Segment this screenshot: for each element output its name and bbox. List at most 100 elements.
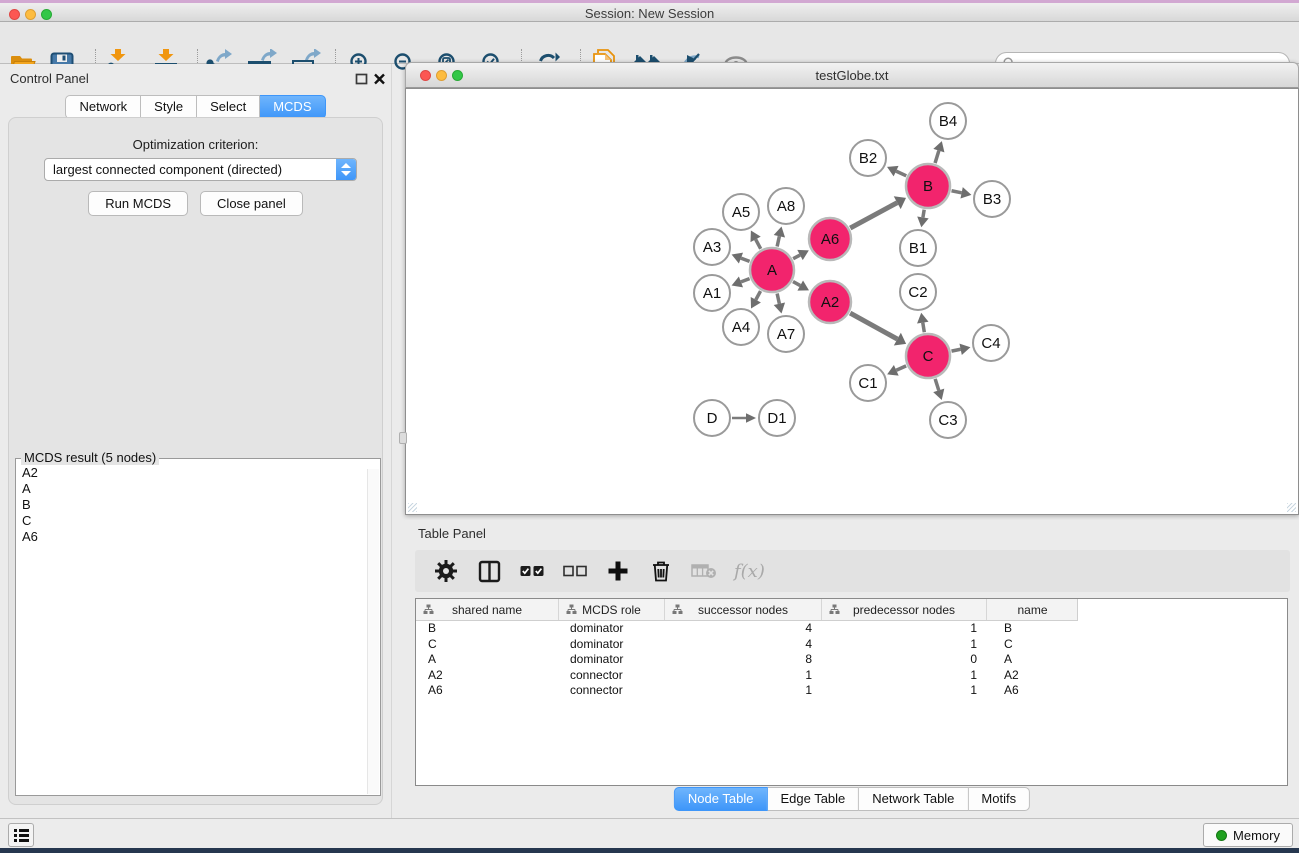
table-cell[interactable]: 0 [821, 652, 986, 668]
table-cell[interactable]: B [416, 621, 558, 637]
tab-node-table[interactable]: Node Table [674, 787, 768, 811]
column-header-predecessor-nodes[interactable]: predecessor nodes [821, 599, 986, 620]
close-panel-icon[interactable] [373, 73, 386, 85]
mcds-result-item[interactable]: A2 [22, 465, 361, 481]
node-table-body: Bdominator41BCdominator41CAdominator80AA… [416, 621, 1287, 785]
criterion-select[interactable]: largest connected component (directed) [44, 158, 357, 181]
table-cell[interactable]: A2 [416, 668, 558, 684]
table-cell[interactable]: A2 [986, 668, 1078, 684]
table-cell[interactable]: C [986, 637, 1078, 653]
table-cell[interactable]: dominator [558, 637, 664, 653]
graph-edge-C-C1[interactable] [896, 366, 906, 370]
run-mcds-button[interactable]: Run MCDS [88, 191, 188, 216]
splitter-handle[interactable] [399, 432, 407, 444]
show-columns-button[interactable] [476, 558, 502, 584]
task-history-button[interactable] [8, 823, 34, 847]
graph-edge-A2-C[interactable] [850, 313, 897, 339]
graph-edge-A-A5[interactable] [756, 239, 761, 248]
main-toolbar [0, 22, 1299, 64]
delete-table-button[interactable] [691, 558, 717, 584]
table-cell[interactable]: A [416, 652, 558, 668]
table-cell[interactable]: 1 [821, 621, 986, 637]
column-header-successor-nodes[interactable]: successor nodes [664, 599, 821, 620]
mcds-result-item[interactable]: C [22, 513, 361, 529]
resize-grip-right[interactable] [1287, 503, 1296, 512]
result-scrollbar[interactable] [367, 469, 379, 794]
table-cell[interactable]: 1 [821, 637, 986, 653]
table-cell[interactable]: connector [558, 683, 664, 699]
graph-edge-A-A2[interactable] [793, 282, 800, 286]
graph-node-label-A8: A8 [777, 198, 795, 215]
memory-label: Memory [1233, 828, 1280, 843]
table-row[interactable]: Adominator80A [416, 652, 1287, 668]
graph-edge-A-A3[interactable] [741, 258, 750, 261]
deselect-all-button[interactable] [562, 558, 588, 584]
graph-edge-C-C2[interactable] [923, 323, 925, 333]
tab-style[interactable]: Style [141, 95, 197, 119]
table-cell[interactable]: C [416, 637, 558, 653]
table-cell[interactable]: dominator [558, 621, 664, 637]
tab-mcds[interactable]: MCDS [260, 95, 325, 119]
table-cell[interactable]: B [986, 621, 1078, 637]
select-all-button[interactable] [519, 558, 545, 584]
close-panel-button[interactable]: Close panel [200, 191, 303, 216]
table-cell[interactable]: 4 [664, 621, 821, 637]
table-cell[interactable]: 1 [821, 668, 986, 684]
mcds-result-item[interactable]: B [22, 497, 361, 513]
graph-node-label-B1: B1 [909, 240, 927, 257]
select-stepper-icon [336, 159, 356, 180]
create-column-button[interactable] [605, 558, 631, 584]
table-settings-button[interactable] [433, 558, 459, 584]
mcds-result-item[interactable]: A [22, 481, 361, 497]
control-panel: Control Panel Network Style Select MCDS … [0, 64, 391, 818]
graph-node-label-A7: A7 [777, 326, 795, 343]
table-row[interactable]: A6connector11A6 [416, 683, 1287, 699]
table-cell[interactable]: 8 [664, 652, 821, 668]
table-cell[interactable]: 4 [664, 637, 821, 653]
graph-edge-A-A4[interactable] [756, 291, 761, 300]
graph-edge-A-A1[interactable] [741, 279, 750, 282]
table-cell[interactable]: dominator [558, 652, 664, 668]
network-canvas[interactable]: B4B2BB3A8A5A6A3B1AA1C2A2A4A7C4CC1C3DD1 [405, 88, 1299, 515]
graph-edge-B-B3[interactable] [952, 191, 962, 193]
tab-select[interactable]: Select [197, 95, 260, 119]
table-cell[interactable]: A [986, 652, 1078, 668]
tab-network[interactable]: Network [65, 95, 141, 119]
column-header-mcds-role[interactable]: MCDS role [558, 599, 664, 620]
mcds-result-item[interactable]: A6 [22, 529, 361, 545]
graph-edge-B-B2[interactable] [896, 171, 906, 176]
table-row[interactable]: A2connector11A2 [416, 668, 1287, 684]
graph-edge-A-A6[interactable] [793, 255, 800, 259]
graph-edge-C-C4[interactable] [952, 349, 961, 351]
graph-edge-B-B4[interactable] [935, 151, 939, 163]
memory-button[interactable]: Memory [1203, 823, 1293, 847]
graph-edge-C-C3[interactable] [935, 379, 939, 391]
network-window-titlebar[interactable]: testGlobe.txt [405, 62, 1299, 88]
table-row[interactable]: Bdominator41B [416, 621, 1287, 637]
session-title: Session: New Session [0, 6, 1299, 21]
graph-edge-A-A7[interactable] [777, 293, 779, 303]
table-row[interactable]: Cdominator41C [416, 637, 1287, 653]
tab-edge-table[interactable]: Edge Table [767, 787, 859, 811]
table-cell[interactable]: A6 [986, 683, 1078, 699]
column-hierarchy-icon [423, 604, 434, 615]
table-cell[interactable]: A6 [416, 683, 558, 699]
graph-edge-A6-B[interactable] [850, 203, 897, 228]
resize-grip-left[interactable] [408, 503, 417, 512]
column-header-name[interactable]: name [986, 599, 1078, 620]
table-cell[interactable]: 1 [821, 683, 986, 699]
graph-edge-B-B1[interactable] [923, 210, 924, 218]
float-panel-icon[interactable] [355, 73, 368, 85]
delete-table-icon [691, 562, 717, 580]
tab-network-table[interactable]: Network Table [859, 787, 968, 811]
graph-edge-A-A8[interactable] [777, 236, 779, 246]
graph-node-label-A3: A3 [703, 239, 721, 256]
column-header-shared-name[interactable]: shared name [416, 599, 558, 620]
tab-motifs[interactable]: Motifs [968, 787, 1030, 811]
function-builder-button[interactable]: f(x) [734, 561, 765, 582]
delete-column-button[interactable] [648, 558, 674, 584]
table-cell[interactable]: connector [558, 668, 664, 684]
table-cell[interactable]: 1 [664, 683, 821, 699]
graph-node-label-A5: A5 [732, 204, 750, 221]
table-cell[interactable]: 1 [664, 668, 821, 684]
